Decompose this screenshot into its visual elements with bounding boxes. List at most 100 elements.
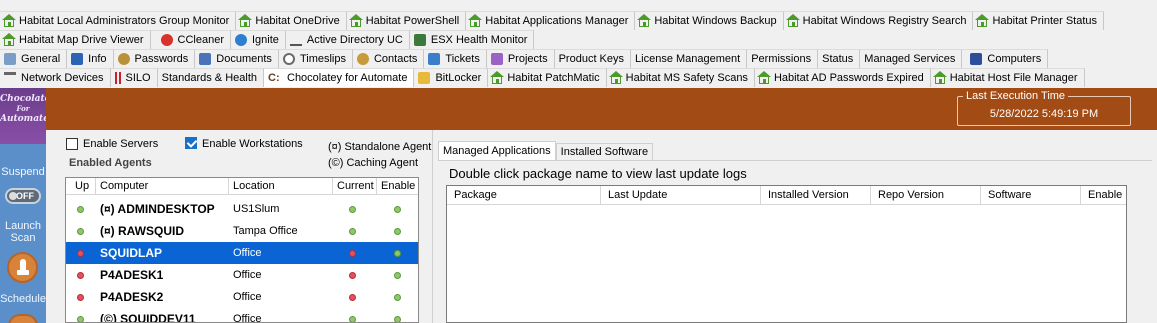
status-up-dot <box>77 206 84 213</box>
status-enable-dot[interactable] <box>394 272 401 279</box>
tab-habitat-ms-safety-scans[interactable]: Habitat MS Safety Scans <box>606 68 755 87</box>
tab-product-keys[interactable]: Product Keys <box>554 49 632 68</box>
chocolatey-icon: C: <box>268 72 280 84</box>
tab-esx-health-monitor[interactable]: ESX Health Monitor <box>409 30 535 49</box>
tab-ccleaner[interactable]: CCleaner <box>150 30 231 49</box>
tab-permissions[interactable]: Permissions <box>747 49 819 68</box>
tab-info[interactable]: Info <box>67 49 114 68</box>
chocolatey-logo: Chocolatey For Automate <box>0 88 56 144</box>
status-up-dot <box>77 316 84 322</box>
tab-passwords[interactable]: Passwords <box>113 49 196 68</box>
col-up[interactable]: Up <box>66 178 96 195</box>
col-last-update[interactable]: Last Update <box>601 186 761 205</box>
status-current-dot <box>349 294 356 301</box>
tab-ignite[interactable]: Ignite <box>230 30 286 49</box>
tab-computers[interactable]: Computers <box>962 49 1049 68</box>
col-location[interactable]: Location <box>229 178 333 195</box>
table-row[interactable]: P4ADESK2 Office <box>66 286 418 308</box>
tab-habitat-onedrive[interactable]: Habitat OneDrive <box>236 11 347 30</box>
house-icon <box>238 13 253 27</box>
enable-servers-label: Enable Servers <box>83 138 159 150</box>
tab-habitat-patchmatic[interactable]: Habitat PatchMatic <box>488 68 607 87</box>
col-installed-version[interactable]: Installed Version <box>761 186 871 205</box>
col-enable[interactable]: Enable <box>1081 186 1126 205</box>
house-icon <box>932 70 947 84</box>
table-row[interactable]: SQUIDLAP Office <box>66 242 418 264</box>
tab-network-devices[interactable]: Network Devices <box>0 68 111 87</box>
status-enable-dot[interactable] <box>394 206 401 213</box>
schedule-icon[interactable] <box>8 314 38 323</box>
tab-habitat-host-file-manager[interactable]: Habitat Host File Manager <box>930 68 1085 87</box>
tab-chocolatey-for-automate[interactable]: C: Chocolatey for Automate <box>264 68 415 87</box>
tab-installed-software[interactable]: Installed Software <box>555 143 654 160</box>
tab-status[interactable]: Status <box>818 49 861 68</box>
packages-tabs: Managed Applications Installed Software <box>438 141 654 160</box>
col-package[interactable]: Package <box>447 186 601 205</box>
suspend-toggle[interactable]: OFF <box>5 188 41 204</box>
silo-icon <box>114 72 121 84</box>
tab-row-1: Habitat Local Administrators Group Monit… <box>0 11 1105 30</box>
legend-caching-agent: (©) Caching Agent <box>328 157 419 169</box>
tab-active-directory-uc[interactable]: Active Directory UC <box>285 30 410 49</box>
computer-location: Tampa Office <box>233 225 298 237</box>
tab-row-4: Network Devices SILO Standards & Health … <box>0 68 1085 87</box>
tab-habitat-ad-passwords-expired[interactable]: Habitat AD Passwords Expired <box>754 68 931 87</box>
tab-row-3: General Info Passwords Documents Timesli… <box>0 49 1049 68</box>
tab-habitat-printer-status[interactable]: Habitat Printer Status <box>973 11 1105 30</box>
tab-habitat-local-admins[interactable]: Habitat Local Administrators Group Monit… <box>0 11 237 30</box>
agents-table-header: Up Computer Location Current Enable <box>66 178 418 195</box>
house-icon <box>2 32 16 46</box>
tab-contacts[interactable]: Contacts <box>352 49 425 68</box>
status-enable-dot[interactable] <box>394 316 401 322</box>
house-icon <box>975 13 990 27</box>
col-computer[interactable]: Computer <box>96 178 229 195</box>
esx-icon <box>413 34 426 46</box>
status-current-dot <box>349 316 356 322</box>
tab-habitat-powershell[interactable]: Habitat PowerShell <box>346 11 467 30</box>
status-up-dot <box>77 294 84 301</box>
tab-timeslips[interactable]: Timeslips <box>278 49 353 68</box>
launch-scan-label: Launch Scan <box>4 220 42 244</box>
status-enable-dot[interactable] <box>394 250 401 257</box>
tab-habitat-windows-backup[interactable]: Habitat Windows Backup <box>635 11 784 30</box>
col-software[interactable]: Software <box>981 186 1081 205</box>
enable-workstations-checkbox[interactable] <box>185 137 197 149</box>
table-row[interactable]: (©) SQUIDDEV11 Office <box>66 308 418 322</box>
tab-strip: Habitat Local Administrators Group Monit… <box>0 0 1157 88</box>
network-icon <box>4 72 16 84</box>
house-icon <box>608 70 623 84</box>
contacts-icon <box>356 53 369 65</box>
col-repo-version[interactable]: Repo Version <box>871 186 981 205</box>
computers-icon <box>970 53 983 65</box>
tab-general[interactable]: General <box>0 49 68 68</box>
status-up-dot <box>77 228 84 235</box>
status-enable-dot[interactable] <box>394 228 401 235</box>
tab-habitat-apps-manager[interactable]: Habitat Applications Manager <box>466 11 636 30</box>
tab-habitat-map-drive-viewer[interactable]: Habitat Map Drive Viewer <box>0 30 151 49</box>
table-row[interactable]: (¤) RAWSQUID Tampa Office <box>66 220 418 242</box>
tab-managed-applications[interactable]: Managed Applications <box>438 141 556 160</box>
tab-license-management[interactable]: License Management <box>631 49 748 68</box>
key-icon <box>117 53 130 65</box>
tab-habitat-registry-search[interactable]: Habitat Windows Registry Search <box>783 11 974 30</box>
status-enable-dot[interactable] <box>394 294 401 301</box>
tab-documents[interactable]: Documents <box>195 49 279 68</box>
tab-standards-health[interactable]: Standards & Health <box>157 68 264 87</box>
rocket-icon[interactable] <box>7 252 38 283</box>
enable-servers-checkbox[interactable] <box>66 138 78 150</box>
tab-projects[interactable]: Projects <box>486 49 555 68</box>
tab-tickets[interactable]: Tickets <box>424 49 487 68</box>
tab-silo[interactable]: SILO <box>110 68 158 87</box>
col-current[interactable]: Current <box>333 178 377 195</box>
tab-bitlocker[interactable]: BitLocker <box>414 68 489 87</box>
documents-icon <box>199 53 212 65</box>
packages-table-header: Package Last Update Installed Version Re… <box>447 186 1126 205</box>
col-enable[interactable]: Enable <box>377 178 418 195</box>
table-row[interactable]: P4ADESK1 Office <box>66 264 418 286</box>
status-up-dot <box>77 272 84 279</box>
tab-managed-services[interactable]: Managed Services <box>860 49 963 68</box>
last-execution-label: Last Execution Time <box>963 90 1069 102</box>
computer-location: Office <box>233 247 262 259</box>
table-row[interactable]: (¤) ADMINDESKTOP US1Slum <box>66 198 418 220</box>
computer-name: (¤) RAWSQUID <box>100 224 184 238</box>
